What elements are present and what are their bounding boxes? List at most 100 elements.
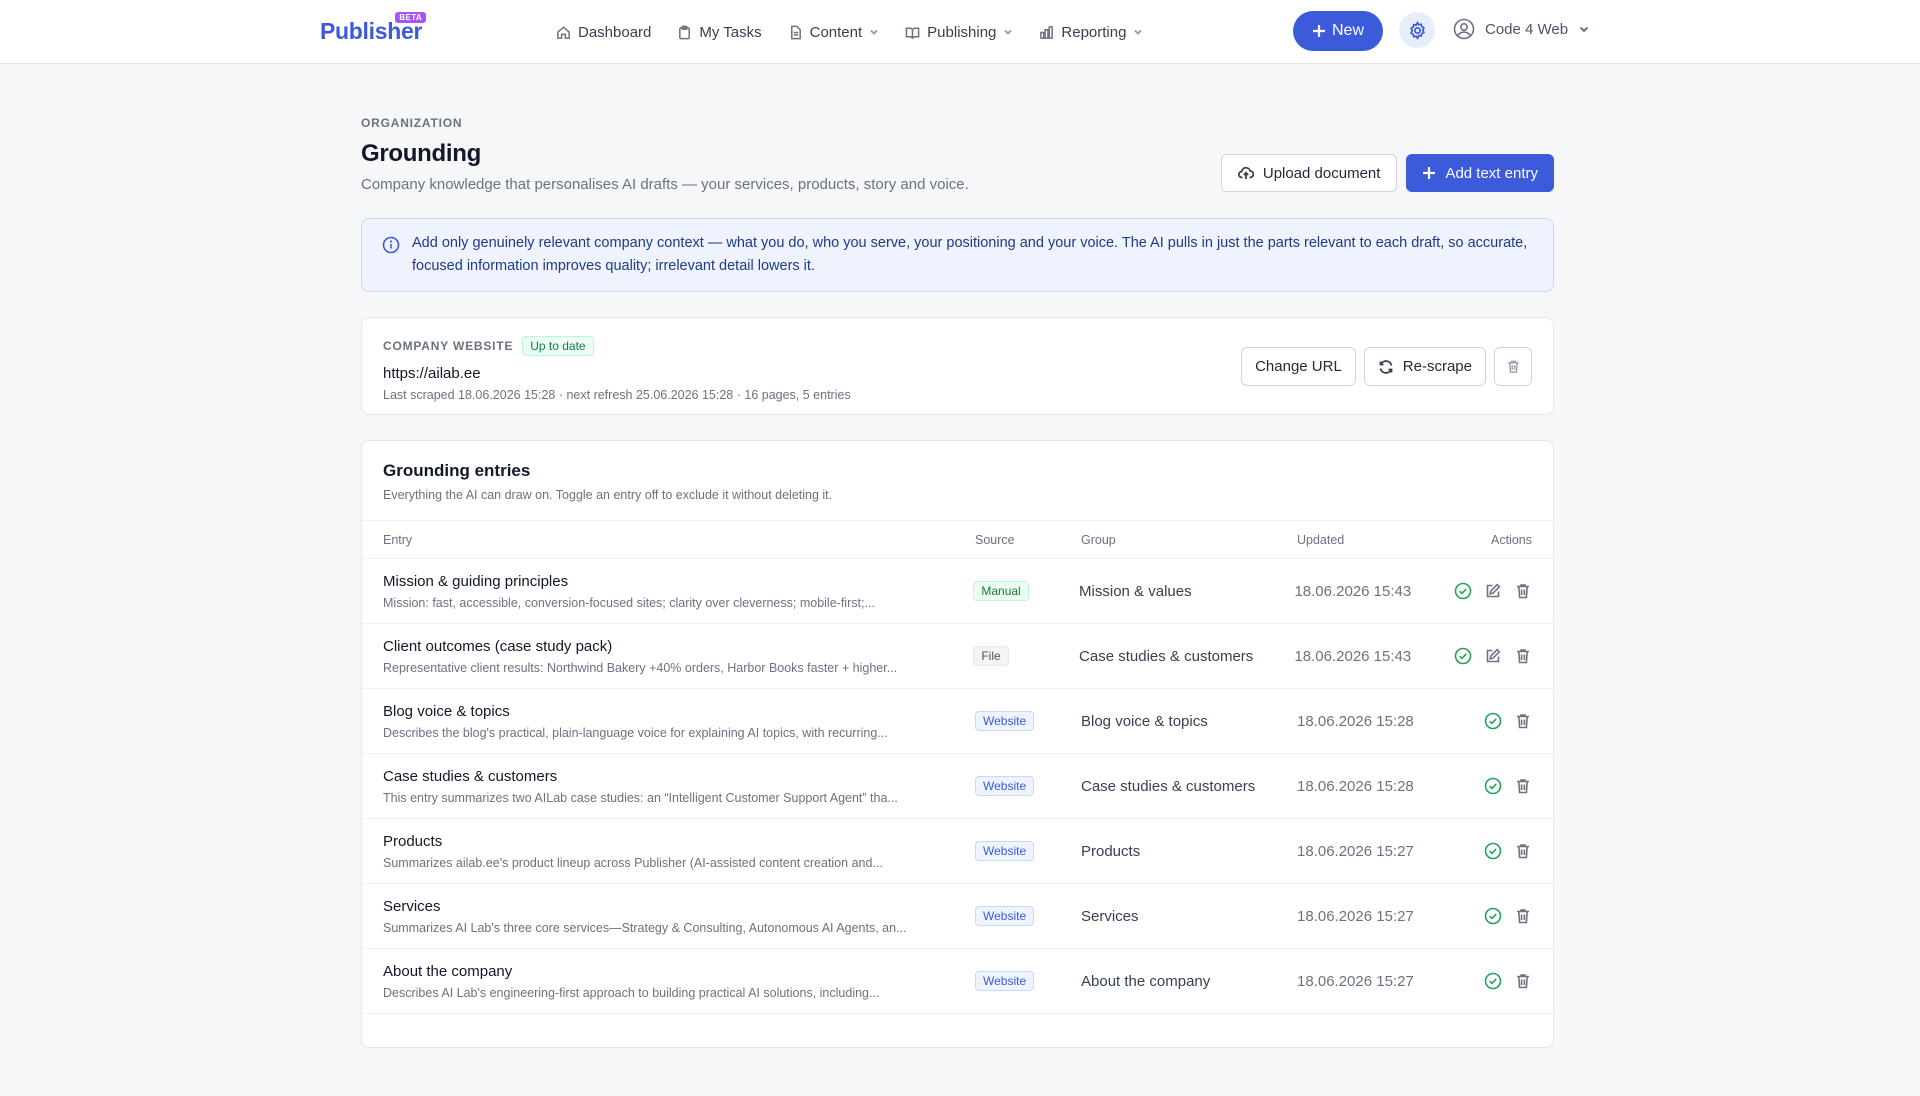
trash-icon[interactable] bbox=[1514, 907, 1532, 925]
actions-cell bbox=[1454, 647, 1532, 665]
bar-chart-icon bbox=[1040, 25, 1054, 39]
settings-button[interactable] bbox=[1399, 12, 1435, 48]
entry-cell: Products Summarizes ailab.ee's product li… bbox=[383, 833, 975, 870]
nav-label: Content bbox=[809, 23, 863, 41]
company-website-label: COMPANY WEBSITE bbox=[383, 339, 514, 353]
updated-cell: 18.06.2026 15:43 bbox=[1294, 647, 1412, 665]
group-cell: Case studies & customers bbox=[1081, 777, 1256, 795]
updated-cell: 18.06.2026 15:27 bbox=[1297, 972, 1414, 990]
updated-cell: 18.06.2026 15:27 bbox=[1297, 842, 1414, 860]
entry-cell: Case studies & customers This entry summa… bbox=[383, 768, 975, 805]
updated-cell: 18.06.2026 15:28 bbox=[1297, 712, 1414, 730]
user-avatar-icon bbox=[1453, 18, 1475, 40]
source-badge: Website bbox=[975, 841, 1035, 861]
source-badge: Website bbox=[975, 906, 1035, 926]
company-website-card: COMPANY WEBSITE Up to date https://ailab… bbox=[361, 317, 1554, 415]
home-icon bbox=[557, 25, 570, 39]
nav-dashboard[interactable]: Dashboard bbox=[556, 24, 651, 41]
gear-icon bbox=[1409, 20, 1425, 40]
source-cell: Website bbox=[975, 711, 1081, 731]
grounding-entries-card: Grounding entries Everything the AI can … bbox=[361, 440, 1554, 1048]
nav-label: My Tasks bbox=[699, 23, 762, 41]
actions-cell bbox=[1457, 842, 1532, 860]
chevron-down-icon bbox=[1134, 29, 1143, 35]
new-button-label: New bbox=[1331, 22, 1364, 39]
toggle-enabled-icon[interactable] bbox=[1484, 907, 1502, 925]
status-badge: Up to date bbox=[522, 336, 594, 356]
trash-icon[interactable] bbox=[1514, 842, 1532, 860]
beta-badge: BETA bbox=[395, 12, 427, 23]
info-icon bbox=[382, 236, 400, 254]
nav-label: Reporting bbox=[1061, 23, 1127, 41]
upload-document-label: Upload document bbox=[1262, 164, 1381, 182]
entry-cell: Client outcomes (case study pack) Represe… bbox=[383, 638, 973, 675]
account-menu[interactable]: Code 4 Web bbox=[1453, 18, 1590, 40]
toggle-enabled-icon[interactable] bbox=[1484, 712, 1502, 730]
trash-icon[interactable] bbox=[1514, 582, 1532, 600]
scrape-meta: Last scraped 18.06.2026 15:28 · next ref… bbox=[383, 388, 851, 402]
table-row[interactable]: Mission & guiding principles Mission: fas… bbox=[362, 559, 1553, 624]
source-badge: Manual bbox=[973, 581, 1029, 601]
source-badge: Website bbox=[975, 776, 1035, 796]
table-row[interactable]: Services Summarizes AI Lab's three core s… bbox=[362, 884, 1553, 949]
account-name: Code 4 Web bbox=[1485, 20, 1569, 38]
nav-content[interactable]: Content bbox=[788, 24, 880, 41]
trash-icon[interactable] bbox=[1514, 777, 1532, 795]
toggle-enabled-icon[interactable] bbox=[1484, 842, 1502, 860]
toggle-enabled-icon[interactable] bbox=[1484, 777, 1502, 795]
trash-icon[interactable] bbox=[1514, 647, 1532, 665]
actions-cell bbox=[1454, 582, 1532, 600]
info-text: Add only genuinely relevant company cont… bbox=[412, 235, 1528, 274]
delete-website-button[interactable] bbox=[1494, 347, 1532, 386]
source-cell: Manual bbox=[973, 581, 1079, 601]
table-row[interactable]: Case studies & customers This entry summa… bbox=[362, 754, 1553, 819]
publisher-logo[interactable]: Publisher BETA bbox=[320, 12, 427, 45]
nav-publishing[interactable]: Publishing bbox=[905, 24, 1013, 41]
trash-icon[interactable] bbox=[1514, 972, 1532, 990]
table-row[interactable]: Products Summarizes ailab.ee's product li… bbox=[362, 819, 1553, 884]
table-header: Entry Source Group Updated Actions bbox=[362, 521, 1553, 559]
chevron-down-icon bbox=[870, 29, 878, 35]
new-button[interactable]: New bbox=[1293, 11, 1383, 51]
source-cell: Website bbox=[975, 841, 1081, 861]
entry-cell: Blog voice & topics Describes the blog's … bbox=[383, 703, 975, 740]
toggle-enabled-icon[interactable] bbox=[1484, 972, 1502, 990]
column-header-entry: Entry bbox=[383, 532, 413, 547]
edit-icon[interactable] bbox=[1484, 647, 1502, 665]
refresh-icon bbox=[1379, 359, 1393, 374]
actions-cell bbox=[1457, 972, 1532, 990]
entry-title: Products bbox=[383, 832, 443, 850]
entry-description: Summarizes ailab.ee's product lineup acr… bbox=[383, 855, 883, 870]
nav-reporting[interactable]: Reporting bbox=[1039, 24, 1143, 41]
column-header-actions: Actions bbox=[1491, 532, 1532, 547]
table-row[interactable]: Client outcomes (case study pack) Represe… bbox=[362, 624, 1553, 689]
source-cell: Website bbox=[975, 971, 1081, 991]
book-icon bbox=[905, 27, 920, 39]
column-header-group: Group bbox=[1081, 532, 1116, 547]
chevron-down-icon bbox=[1004, 29, 1013, 35]
column-header-source: Source bbox=[975, 532, 1015, 547]
rescrape-button[interactable]: Re-scrape bbox=[1363, 347, 1486, 386]
nav-my-tasks[interactable]: My Tasks bbox=[677, 23, 762, 41]
entry-title: About the company bbox=[383, 962, 513, 980]
add-text-entry-button[interactable]: Add text entry bbox=[1406, 154, 1554, 192]
entries-header: Grounding entries Everything the AI can … bbox=[362, 441, 1553, 521]
entry-title: Services bbox=[383, 897, 441, 915]
main-nav: Dashboard My Tasks Content Publishing Re… bbox=[556, 0, 1143, 64]
entry-title: Blog voice & topics bbox=[383, 702, 510, 720]
table-row[interactable]: About the company Describes AI Lab's engi… bbox=[362, 949, 1553, 1014]
table-row[interactable]: Blog voice & topics Describes the blog's … bbox=[362, 689, 1553, 754]
group-cell: About the company bbox=[1081, 972, 1211, 990]
updated-cell: 18.06.2026 15:28 bbox=[1297, 777, 1414, 795]
toggle-enabled-icon[interactable] bbox=[1454, 647, 1472, 665]
edit-icon[interactable] bbox=[1484, 582, 1502, 600]
website-actions: Change URL Re-scrape bbox=[1241, 347, 1532, 386]
change-url-label: Change URL bbox=[1255, 358, 1342, 375]
upload-document-button[interactable]: Upload document bbox=[1220, 154, 1398, 192]
trash-icon[interactable] bbox=[1514, 712, 1532, 730]
change-url-button[interactable]: Change URL bbox=[1241, 347, 1356, 386]
group-cell: Case studies & customers bbox=[1079, 647, 1254, 665]
group-cell: Blog voice & topics bbox=[1081, 712, 1208, 730]
column-header-updated: Updated bbox=[1297, 532, 1345, 547]
toggle-enabled-icon[interactable] bbox=[1454, 582, 1472, 600]
